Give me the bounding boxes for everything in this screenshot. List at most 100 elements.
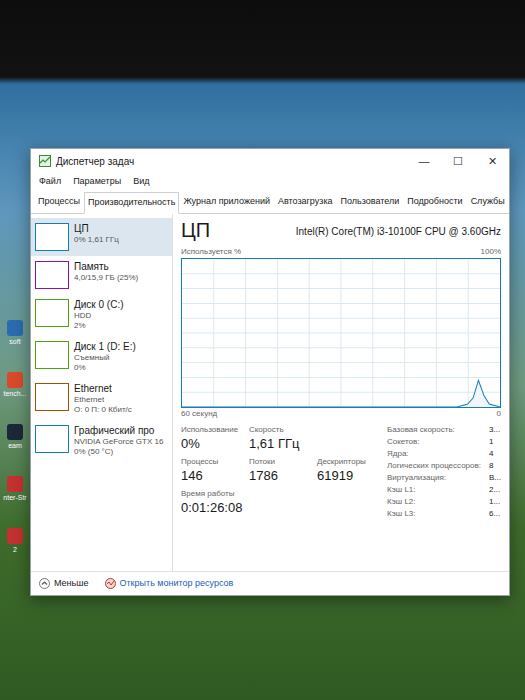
tab[interactable]: Пользователи — [337, 191, 404, 213]
sidebar-item-detail: О: 0 П: 0 Кбит/с — [74, 405, 132, 415]
stat: Время работы0:01:26:08 — [181, 488, 243, 516]
grid-line — [182, 347, 500, 348]
stat-label: Процессы — [181, 456, 243, 468]
grid-line — [182, 332, 500, 333]
stat: Дескрипторы61919 — [317, 456, 379, 484]
grid-line — [182, 362, 500, 363]
footer: Меньше Открыть монитор ресурсов — [31, 571, 509, 595]
tab[interactable]: Службы — [467, 191, 509, 213]
detail-value: 6... — [489, 508, 501, 519]
mini-graph — [35, 341, 69, 369]
sidebar-item-detail: 0% (50 °C) — [74, 447, 163, 457]
desktop-icon[interactable]: eam — [0, 424, 30, 450]
sidebar-item[interactable]: Диск 1 (D: E:)Съемный0% — [31, 336, 172, 378]
tab[interactable]: Автозагрузка — [274, 191, 337, 213]
detail-label: Базовая скорость: — [387, 424, 481, 435]
sidebar-item-detail: 0% — [74, 363, 136, 373]
sidebar-item-name: ЦП — [74, 223, 119, 235]
stat: Скорость1,61 ГГц — [249, 424, 311, 452]
detail-label: Логических процессоров: — [387, 460, 481, 471]
sidebar-item-detail: HDD — [74, 311, 124, 321]
chart-frame — [181, 258, 501, 408]
detail-label: Сокетов: — [387, 436, 481, 447]
sidebar-item-name: Диск 1 (D: E:) — [74, 341, 136, 353]
sidebar-item[interactable]: Память4,0/15,9 ГБ (25%) — [31, 256, 172, 294]
desktop-icon-label: 2 — [13, 546, 17, 554]
stat-label: Время работы — [181, 488, 243, 500]
sidebar-item[interactable]: Диск 0 (C:)HDD2% — [31, 294, 172, 336]
tab[interactable]: Процессы — [34, 191, 84, 213]
desktop-icon[interactable]: tench... — [0, 372, 30, 398]
usage-area — [182, 380, 500, 407]
stat: Процессы146 — [181, 456, 243, 484]
tab[interactable]: Журнал приложений — [179, 191, 274, 213]
stat-label: Скорость — [249, 424, 311, 436]
tab[interactable]: Подробности — [403, 191, 466, 213]
sidebar-item[interactable]: ЦП0% 1,61 ГГц — [31, 218, 172, 256]
desktop-icon-label: tench... — [4, 390, 27, 398]
detail-label: Ядра: — [387, 448, 481, 459]
grid-line — [182, 302, 500, 303]
desktop-icon[interactable]: nter-Str — [0, 476, 30, 502]
task-manager-window: Диспетчер задач—☐✕ФайлПараметрыВидПроцес… — [30, 148, 510, 596]
sidebar-item-name: Память — [74, 261, 138, 273]
window-control-button[interactable]: ✕ — [475, 149, 509, 173]
sidebar-item-detail: NVIDIA GeForce GTX 16 — [74, 437, 163, 447]
stat: Потоки1786 — [249, 456, 311, 484]
stat-value: 1,61 ГГц — [249, 436, 311, 452]
stats-left: Использование0%Скорость1,61 ГГцПроцессы1… — [181, 424, 379, 519]
body: ЦП0% 1,61 ГГцПамять4,0/15,9 ГБ (25%)Диск… — [31, 214, 509, 572]
app-icon — [7, 476, 23, 492]
tab-bar: ПроцессыПроизводительностьЖурнал приложе… — [31, 191, 509, 214]
sidebar-item[interactable]: Графический проNVIDIA GeForce GTX 160% (… — [31, 420, 172, 462]
cpu-chart — [182, 259, 500, 407]
chart-x-label: 60 секунд — [181, 408, 217, 420]
detail-value: 3... — [489, 424, 501, 435]
usage-line — [182, 380, 500, 407]
panel-title: ЦП — [181, 218, 210, 242]
chevron-up-icon — [39, 578, 50, 589]
detail-label: Кэш L3: — [387, 508, 481, 519]
desktop: softtench...eamnter-Str2Диспетчер задач—… — [0, 0, 525, 700]
window-control-button[interactable]: — — [407, 149, 441, 173]
sidebar-item-name: Диск 0 (C:) — [74, 299, 124, 311]
grid-line — [182, 376, 500, 377]
tab[interactable]: Производительность — [84, 192, 179, 214]
app-icon — [7, 424, 23, 440]
sidebar-item-detail: Съемный — [74, 353, 136, 363]
sidebar-item-detail: Ethernet — [74, 395, 132, 405]
app-icon — [7, 320, 23, 336]
less-button[interactable]: Меньше — [39, 577, 89, 591]
mini-graph — [35, 425, 69, 453]
main-panel: ЦПIntel(R) Core(TM) i3-10100F CPU @ 3.60… — [173, 214, 509, 572]
stat: Использование0% — [181, 424, 243, 452]
grid-line — [182, 391, 500, 392]
sidebar-item-name: Графический про — [74, 425, 163, 437]
desktop-icon-label: eam — [8, 442, 22, 450]
desktop-icon[interactable]: soft — [0, 320, 30, 346]
mini-graph — [35, 223, 69, 251]
resource-monitor-link[interactable]: Открыть монитор ресурсов — [105, 577, 234, 591]
detail-value: 4 — [489, 448, 501, 459]
stat-value: 0:01:26:08 — [181, 500, 243, 516]
desktop-icon[interactable]: 2 — [0, 528, 30, 554]
sidebar-item-name: Ethernet — [74, 383, 132, 395]
chart-y-min: 0 — [497, 408, 501, 420]
grid-line — [182, 317, 500, 318]
desktop-icon-label: soft — [9, 338, 20, 346]
mini-graph — [35, 261, 69, 289]
menu-item[interactable]: Вид — [133, 175, 149, 189]
task-manager-icon — [39, 155, 51, 167]
sidebar-item[interactable]: EthernetEthernetО: 0 П: 0 Кбит/с — [31, 378, 172, 420]
menu-item[interactable]: Параметры — [73, 175, 121, 189]
stat-value: 0% — [181, 436, 243, 452]
window-control-button[interactable]: ☐ — [441, 149, 475, 173]
sidebar-item-detail: 2% — [74, 321, 124, 331]
menu-item[interactable]: Файл — [39, 175, 61, 189]
stat-label: Дескрипторы — [317, 456, 379, 468]
stat-value: 146 — [181, 468, 243, 484]
mini-graph — [35, 383, 69, 411]
stat-label: Использование — [181, 424, 243, 436]
detail-label: Кэш L1: — [387, 484, 481, 495]
stat-label: Потоки — [249, 456, 311, 468]
